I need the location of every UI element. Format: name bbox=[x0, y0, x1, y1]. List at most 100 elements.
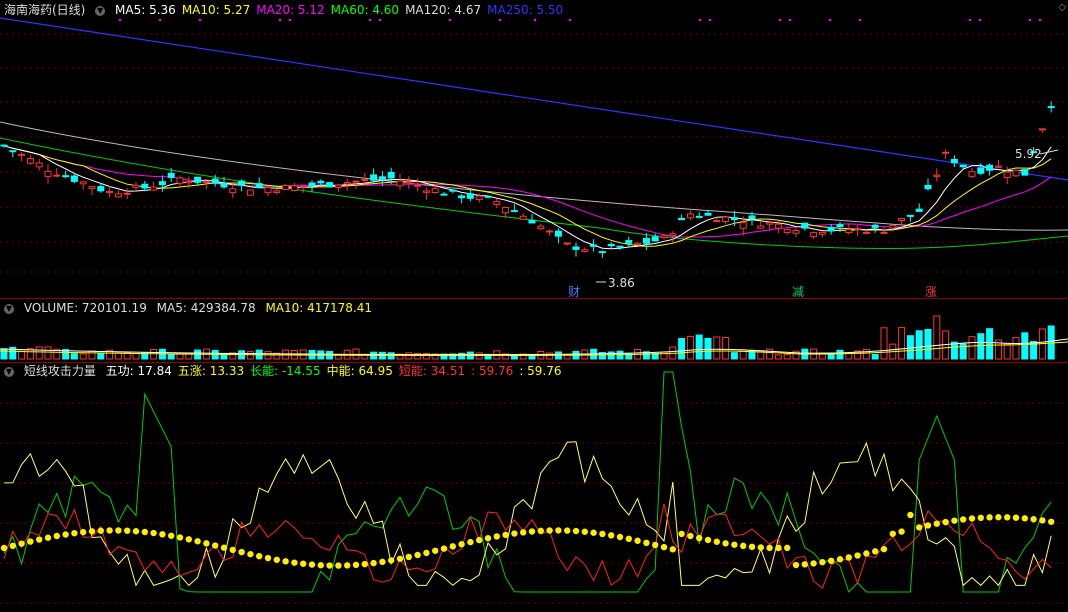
candle-body bbox=[739, 222, 747, 229]
signal-dot-yellow bbox=[995, 514, 1002, 521]
signal-dot-yellow bbox=[652, 541, 659, 549]
candle-body bbox=[123, 192, 131, 195]
volume-bar bbox=[862, 348, 870, 360]
signal-dot-yellow bbox=[370, 559, 377, 567]
signal-dot-yellow bbox=[731, 541, 738, 548]
signal-dot-yellow bbox=[273, 556, 280, 563]
signal-dot-yellow bbox=[528, 528, 536, 535]
candle-body bbox=[361, 178, 369, 181]
signal-dot-yellow bbox=[291, 559, 298, 566]
candle-body bbox=[290, 185, 298, 192]
candle-body bbox=[370, 174, 378, 181]
candle-body bbox=[299, 185, 307, 188]
signal-dot-yellow bbox=[520, 529, 527, 536]
signal-dot-yellow bbox=[634, 537, 641, 544]
volume-bar bbox=[977, 333, 985, 360]
signal-dot-yellow bbox=[1004, 514, 1011, 521]
signal-dot-yellow bbox=[220, 544, 228, 551]
signal-dot-yellow bbox=[933, 520, 940, 527]
candle-body bbox=[493, 201, 501, 205]
candle-body bbox=[396, 180, 404, 187]
candle-body bbox=[950, 158, 958, 164]
candle-body bbox=[818, 231, 826, 235]
candle-body bbox=[651, 236, 659, 242]
signal-dot-yellow bbox=[194, 538, 201, 545]
candle-body bbox=[924, 184, 932, 190]
candle-body bbox=[581, 249, 589, 252]
volume-bar bbox=[44, 346, 52, 360]
volume-value: VOLUME: 720101.19 bbox=[23, 301, 147, 315]
volume-bar bbox=[114, 352, 122, 360]
candle-body bbox=[326, 182, 334, 188]
signal-dot-yellow bbox=[335, 562, 342, 569]
settings-toggle-icon[interactable]: ▼ bbox=[95, 5, 106, 16]
signal-dot-yellow bbox=[71, 529, 78, 537]
signal-dot-yellow bbox=[572, 527, 580, 535]
signal-dot-yellow bbox=[0, 544, 8, 552]
signal-dot-yellow bbox=[766, 544, 773, 552]
signal-dot-yellow bbox=[361, 560, 368, 568]
candle-body bbox=[933, 174, 941, 177]
signal-dot bbox=[288, 18, 292, 22]
volume-legend: ▼ VOLUME: 720101.19 MA5: 429384.78 MA10:… bbox=[4, 300, 378, 316]
signal-dot-yellow bbox=[792, 561, 800, 569]
volume-settings-icon[interactable]: ▼ bbox=[4, 303, 14, 314]
candle-body bbox=[475, 195, 483, 201]
volume-bar bbox=[968, 336, 976, 360]
indicator-settings-icon[interactable]: ▼ bbox=[4, 366, 14, 377]
candle-body bbox=[70, 175, 78, 182]
ma20-line bbox=[3, 145, 1052, 238]
candle-body bbox=[854, 228, 862, 231]
signal-dot-yellow bbox=[555, 527, 562, 534]
ma250-line bbox=[0, 17, 1068, 181]
candle-body bbox=[431, 188, 439, 194]
signal-dot-yellow bbox=[608, 532, 615, 539]
price-panel: 海南海药(日线) ▼ MA5: 5.36 MA10: 5.27 MA20: 5.12… bbox=[0, 0, 1068, 298]
candle-body bbox=[757, 225, 765, 229]
ma120-line bbox=[0, 121, 1068, 231]
indicator-value: : 59.76 bbox=[471, 364, 514, 378]
signal-dot-yellow bbox=[159, 531, 166, 538]
candle-body bbox=[986, 164, 994, 171]
candle-body bbox=[766, 222, 774, 225]
volume-bar bbox=[132, 353, 140, 360]
candle-body bbox=[1021, 169, 1029, 176]
signal-dot-yellow bbox=[97, 527, 105, 534]
candle-body bbox=[748, 215, 756, 220]
ma-label: MA60: 4.60 bbox=[330, 3, 400, 17]
candle-body bbox=[158, 181, 166, 186]
signal-dot-yellow bbox=[942, 518, 949, 526]
high-price-label: 5.92 bbox=[1015, 147, 1042, 161]
signal-dot-yellow bbox=[176, 534, 184, 541]
signal-dot-yellow bbox=[18, 540, 25, 547]
candle-body bbox=[713, 220, 721, 223]
candle-body bbox=[62, 175, 70, 178]
signal-dot-yellow bbox=[80, 528, 87, 536]
candle-body bbox=[607, 244, 615, 247]
volume-bar bbox=[986, 328, 994, 360]
signal-dot-yellow bbox=[1039, 517, 1046, 524]
signal-dot-yellow bbox=[88, 528, 96, 535]
candle-body bbox=[167, 172, 175, 178]
candle-body bbox=[273, 190, 281, 193]
candle-body bbox=[238, 180, 246, 186]
signal-dot-yellow bbox=[317, 562, 324, 569]
signal-dot-yellow bbox=[203, 540, 210, 547]
candle-body bbox=[352, 180, 360, 183]
volume-bar bbox=[766, 348, 774, 360]
candle-body bbox=[343, 182, 351, 185]
signal-dot-yellow bbox=[141, 528, 148, 536]
price-chart: 5.92 3.86 财 减 涨 bbox=[0, 17, 1068, 298]
candle-body bbox=[634, 242, 642, 245]
candle-body bbox=[185, 181, 193, 184]
volume-bar bbox=[836, 349, 844, 360]
candle-body bbox=[484, 195, 492, 198]
volume-bar bbox=[730, 352, 738, 360]
signal-dot-yellow bbox=[264, 554, 272, 562]
signal-dot-yellow bbox=[924, 522, 932, 529]
candle-body bbox=[801, 222, 809, 229]
indicator-name: 短线攻击力量 bbox=[23, 364, 96, 378]
signal-dot-yellow bbox=[810, 560, 817, 567]
signal-dot-yellow bbox=[115, 527, 122, 534]
volume-bar bbox=[880, 327, 888, 360]
